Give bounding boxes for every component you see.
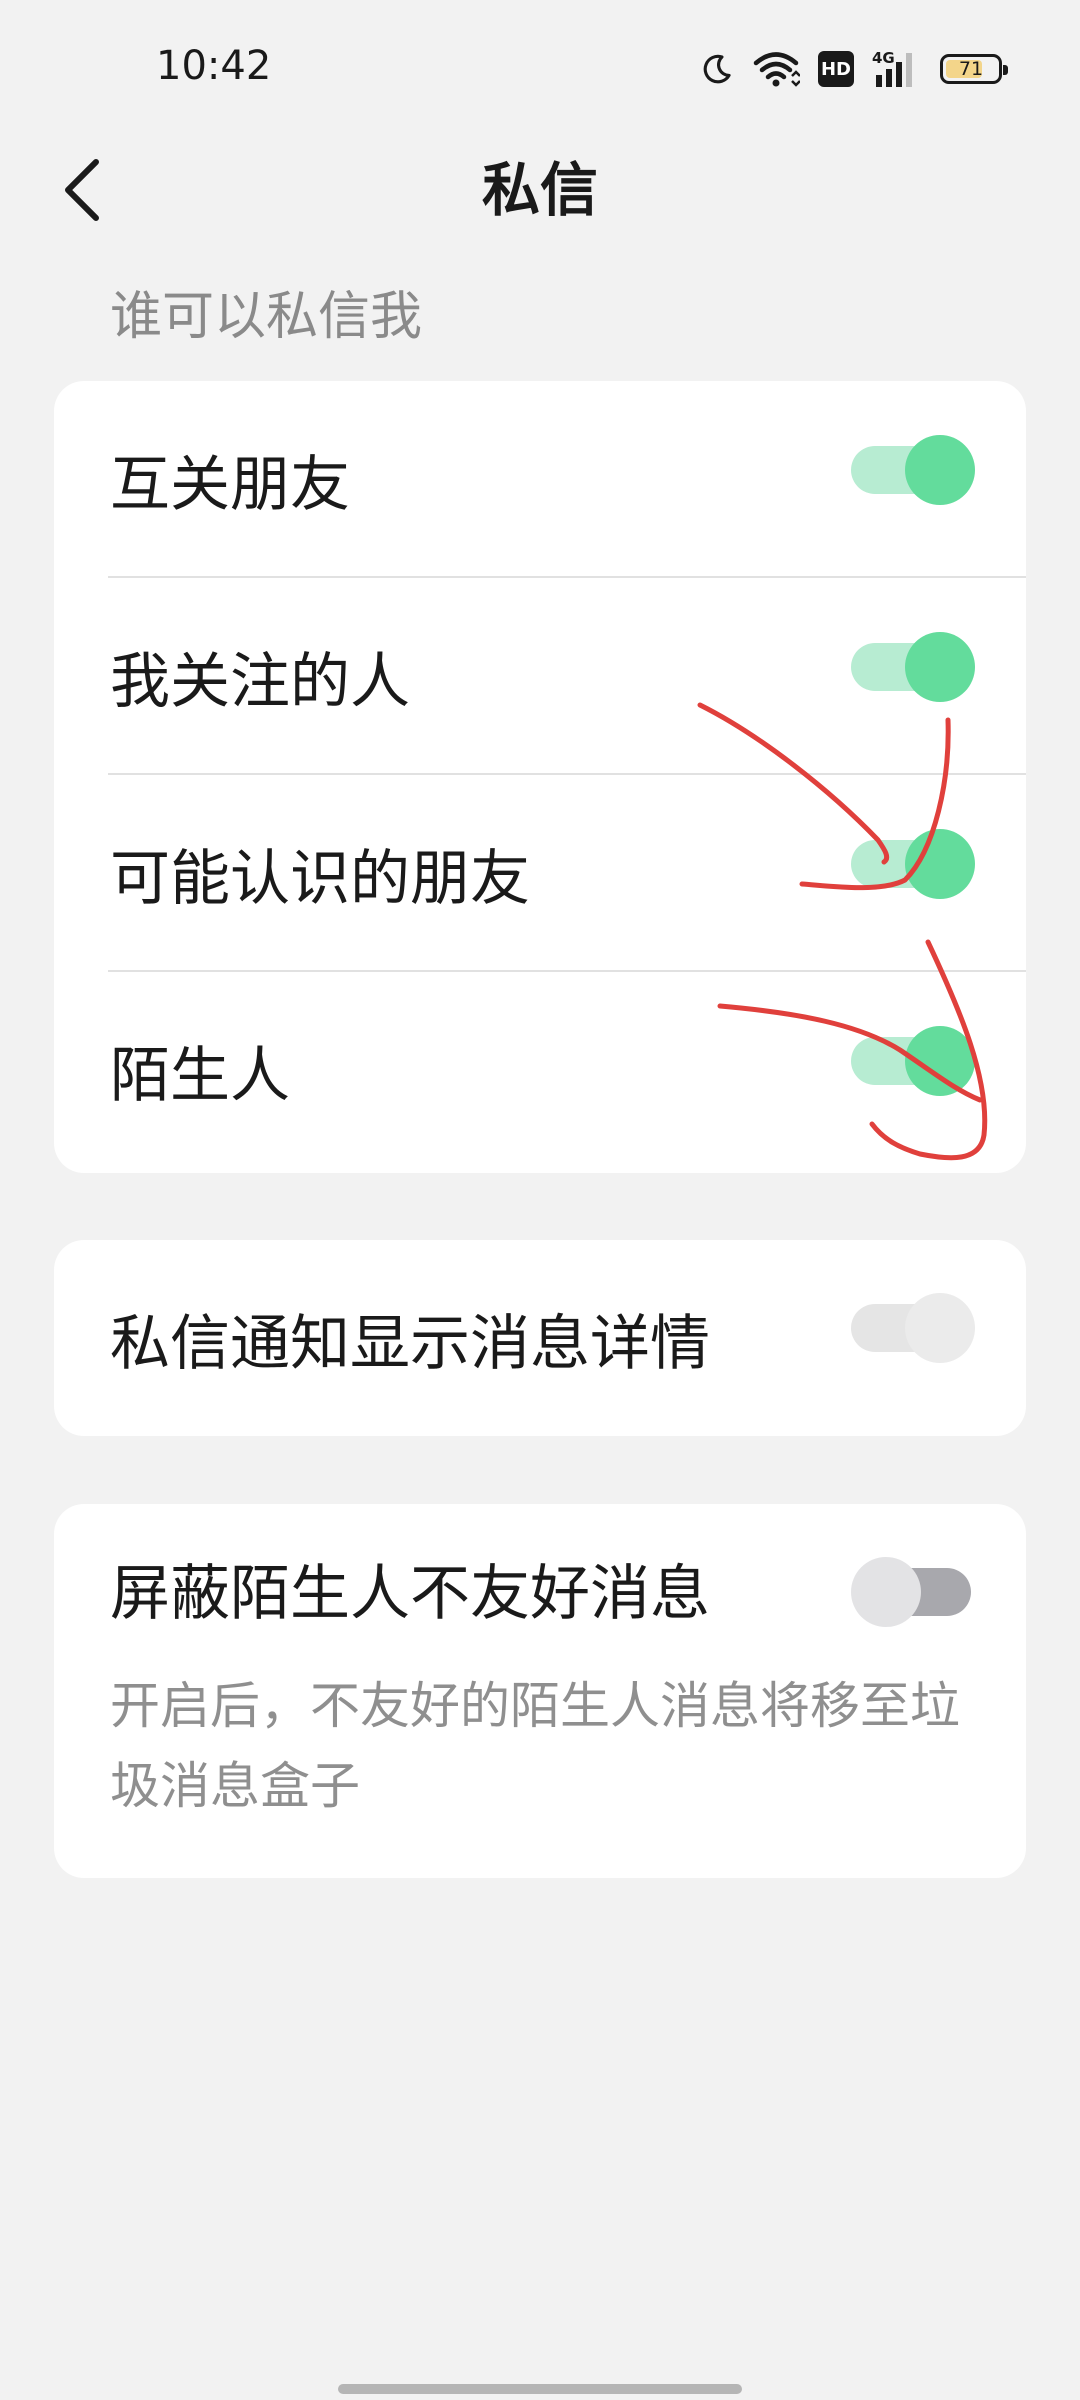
battery-cap xyxy=(1003,65,1008,75)
toggle-knob xyxy=(905,435,975,505)
setting-row-following[interactable]: 我关注的人 xyxy=(54,578,1026,775)
status-icons: HD 4G 71 xyxy=(700,44,1008,94)
setting-row-notification-detail[interactable]: 私信通知显示消息详情 xyxy=(54,1240,1026,1436)
setting-label: 我关注的人 xyxy=(110,647,410,717)
network-type-label: 4G xyxy=(872,49,895,67)
setting-label: 陌生人 xyxy=(110,1041,290,1111)
block-unfriendly-card: 屏蔽陌生人不友好消息 开启后，不友好的陌生人消息将移至垃圾消息盒子 xyxy=(54,1504,1026,1878)
setting-row-mutual-friends[interactable]: 互关朋友 xyxy=(54,381,1026,578)
toggle-mutual-friends[interactable] xyxy=(851,435,975,505)
toggle-knob xyxy=(905,1293,975,1363)
notification-detail-card: 私信通知显示消息详情 xyxy=(54,1240,1026,1436)
setting-label: 可能认识的朋友 xyxy=(110,844,530,914)
toggle-strangers[interactable] xyxy=(851,1026,975,1096)
toggle-knob xyxy=(905,1026,975,1096)
hd-icon: HD xyxy=(818,51,854,87)
setting-row-may-know[interactable]: 可能认识的朋友 xyxy=(54,775,1026,972)
battery-icon: 71 xyxy=(940,54,1008,84)
toggle-following[interactable] xyxy=(851,632,975,702)
toggle-notification-detail[interactable] xyxy=(851,1293,975,1363)
toggle-knob xyxy=(905,829,975,899)
toggle-may-know[interactable] xyxy=(851,829,975,899)
who-can-message-card: 互关朋友 我关注的人 可能认识的朋友 陌生人 xyxy=(54,381,1026,1173)
setting-label: 互关朋友 xyxy=(110,450,350,520)
toggle-knob xyxy=(851,1557,921,1627)
battery-level: 71 xyxy=(958,57,984,80)
toggle-knob xyxy=(905,632,975,702)
wifi-icon xyxy=(752,50,800,88)
setting-description: 开启后，不友好的陌生人消息将移至垃圾消息盒子 xyxy=(110,1677,960,1815)
status-bar: 10:42 HD 4G 71 xyxy=(0,0,1080,130)
setting-label: 私信通知显示消息详情 xyxy=(110,1308,710,1379)
signal-icon: 4G xyxy=(872,49,922,89)
setting-label: 屏蔽陌生人不友好消息 xyxy=(110,1559,710,1629)
hand-drawn-annotation xyxy=(697,702,988,1161)
setting-row-strangers[interactable]: 陌生人 xyxy=(54,972,1026,1169)
moon-icon xyxy=(700,52,734,86)
home-indicator[interactable] xyxy=(338,2384,742,2394)
toggle-block-unfriendly[interactable] xyxy=(851,1557,975,1627)
section-label-who-can-message: 谁可以私信我 xyxy=(110,287,423,347)
status-time: 10:42 xyxy=(156,43,272,89)
page-title: 私信 xyxy=(481,156,598,224)
